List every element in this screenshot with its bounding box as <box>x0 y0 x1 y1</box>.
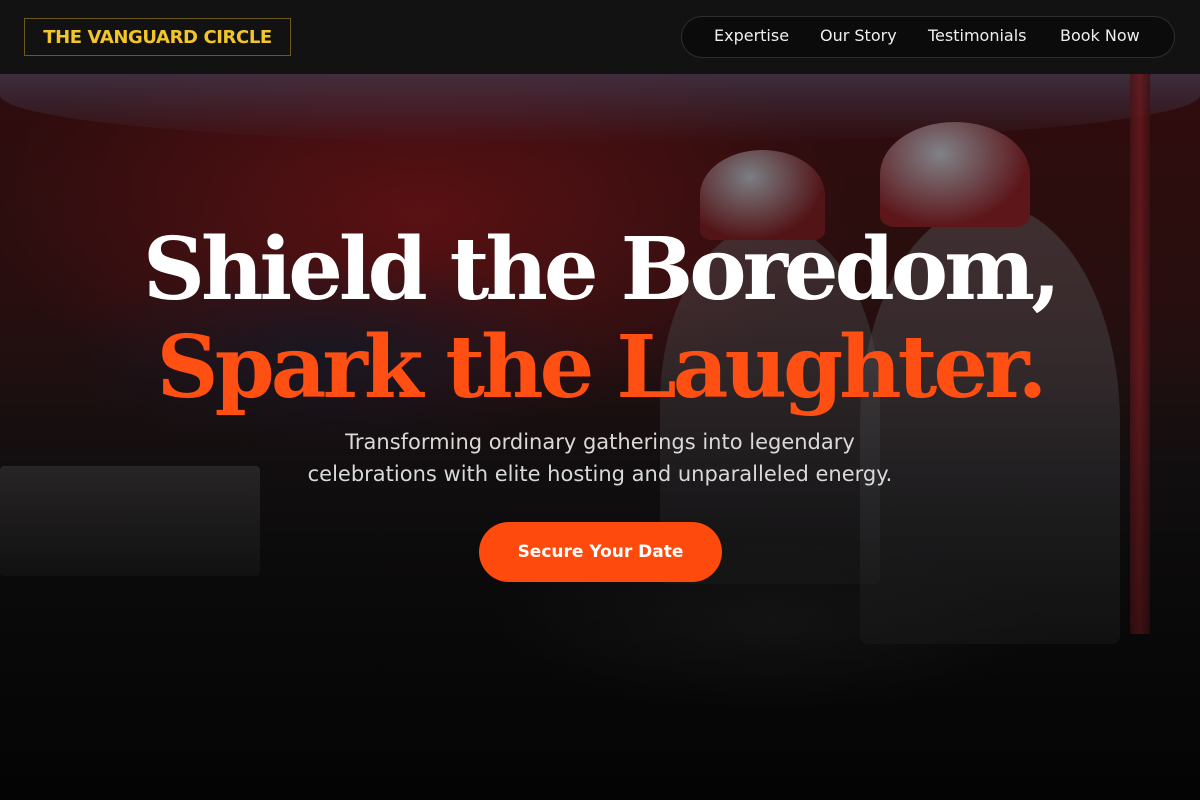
nav-link-book-now[interactable]: Book Now <box>1060 26 1140 46</box>
hero-subtitle-line2: celebrations with elite hosting and unpa… <box>307 462 893 486</box>
hero-headline-line2: Spark the Laughter. <box>156 317 1048 418</box>
nav-link-our-story[interactable]: Our Story <box>820 26 897 46</box>
hero-subtitle: Transforming ordinary gatherings into le… <box>250 426 950 490</box>
nav-link-expertise[interactable]: Expertise <box>714 26 789 46</box>
brand-logo[interactable]: THE VANGUARD CIRCLE <box>24 18 291 56</box>
secure-date-button[interactable]: Secure Your Date <box>479 522 722 582</box>
nav-link-testimonials[interactable]: Testimonials <box>928 26 1027 46</box>
hero-headline-line1: Shield the Boredom, <box>142 219 1061 320</box>
navbar: THE VANGUARD CIRCLE Expertise Our Story … <box>0 0 1200 74</box>
hero-subtitle-line1: Transforming ordinary gatherings into le… <box>345 430 855 454</box>
